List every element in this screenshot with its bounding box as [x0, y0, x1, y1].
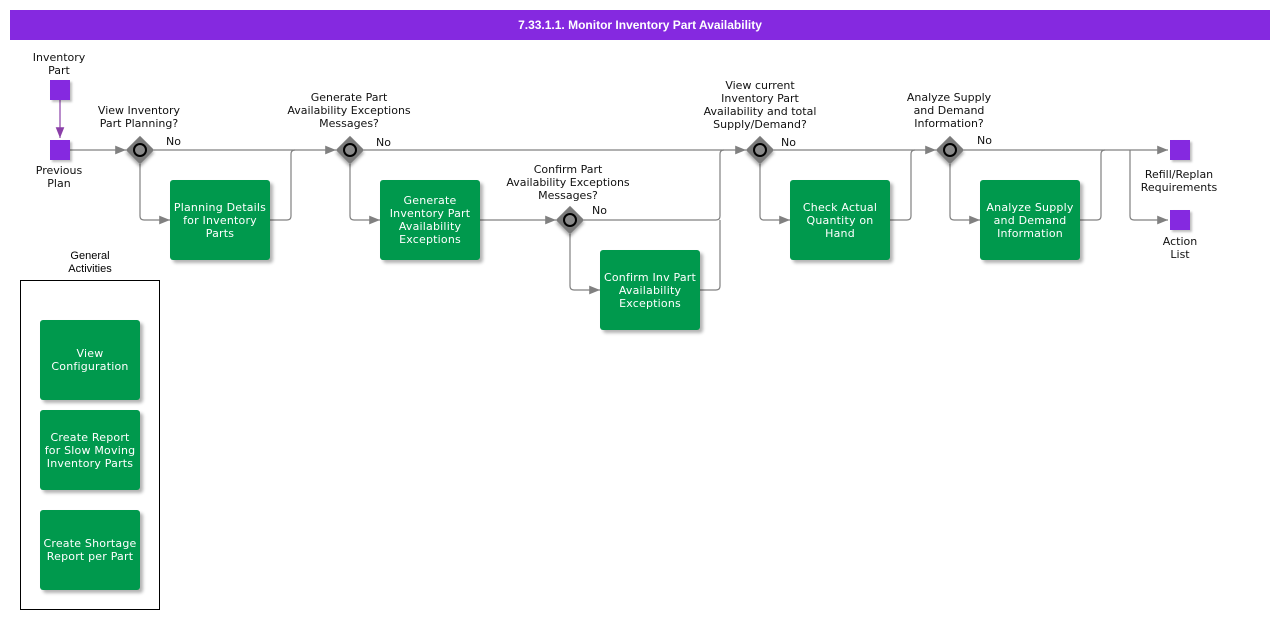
- flow-t4-merge: [890, 149, 916, 221]
- gateway-ring-icon: [943, 143, 957, 157]
- task-planning-details[interactable]: Planning Details for Inventory Parts: [170, 180, 270, 260]
- flow-g5-yes: [949, 164, 980, 225]
- flow-t1-merge: [270, 149, 296, 221]
- task-shortage-report[interactable]: Create Shortage Report per Part: [40, 510, 140, 590]
- flow-g4-yes: [759, 164, 790, 225]
- task-generate-exceptions[interactable]: Generate Inventory Part Availability Exc…: [380, 180, 480, 260]
- gateway-no-label: No: [977, 134, 992, 147]
- gateway-question: View current Inventory Part Availability…: [703, 79, 817, 131]
- gateway-view-inventory-part-planning[interactable]: [125, 135, 155, 165]
- event-label-inventory-part: Inventory Part: [32, 51, 86, 77]
- gateway-no-label: No: [781, 136, 796, 149]
- event-label-refill-replan: Refill/Replan Requirements: [1140, 168, 1218, 194]
- gateway-generate-part-availability-exceptions[interactable]: [335, 135, 365, 165]
- flow-g2-yes: [349, 164, 380, 225]
- gateway-no-label: No: [376, 136, 391, 149]
- gateway-view-current-availability[interactable]: [745, 135, 775, 165]
- end-event-action-list[interactable]: [1170, 210, 1190, 230]
- flow-t3-merge: [700, 220, 721, 291]
- start-event-inventory-part[interactable]: [50, 80, 70, 100]
- gateway-question: Analyze Supply and Demand Information?: [906, 91, 992, 130]
- event-label-action-list: Action List: [1162, 235, 1198, 261]
- gateway-ring-icon: [343, 143, 357, 157]
- task-check-quantity-on-hand[interactable]: Check Actual Quantity on Hand: [790, 180, 890, 260]
- flow-g3-yes: [569, 234, 600, 295]
- task-view-configuration[interactable]: View Configuration: [40, 320, 140, 400]
- gateway-ring-icon: [753, 143, 767, 157]
- gateway-no-label: No: [592, 204, 607, 217]
- gateway-question: Confirm Part Availability Exceptions Mes…: [506, 163, 630, 202]
- gateway-analyze-supply-demand[interactable]: [935, 135, 965, 165]
- task-slow-moving-report[interactable]: Create Report for Slow Moving Inventory …: [40, 410, 140, 490]
- task-confirm-exceptions[interactable]: Confirm Inv Part Availability Exceptions: [600, 250, 700, 330]
- gateway-ring-icon: [133, 143, 147, 157]
- task-analyze-supply-demand[interactable]: Analyze Supply and Demand Information: [980, 180, 1080, 260]
- flow-g1-yes: [139, 164, 170, 225]
- end-event-refill-replan[interactable]: [1170, 140, 1190, 160]
- event-label-previous-plan: Previous Plan: [35, 164, 83, 190]
- start-event-previous-plan[interactable]: [50, 140, 70, 160]
- flow-t5-merge: [1080, 149, 1106, 221]
- group-title-general-activities: General Activities: [68, 250, 112, 275]
- gateway-no-label: No: [166, 135, 181, 148]
- gateway-question: Generate Part Availability Exceptions Me…: [287, 91, 411, 130]
- gateway-question: View Inventory Part Planning?: [97, 104, 181, 130]
- gateway-confirm-part-availability-exceptions[interactable]: [555, 205, 585, 235]
- gateway-ring-icon: [563, 213, 577, 227]
